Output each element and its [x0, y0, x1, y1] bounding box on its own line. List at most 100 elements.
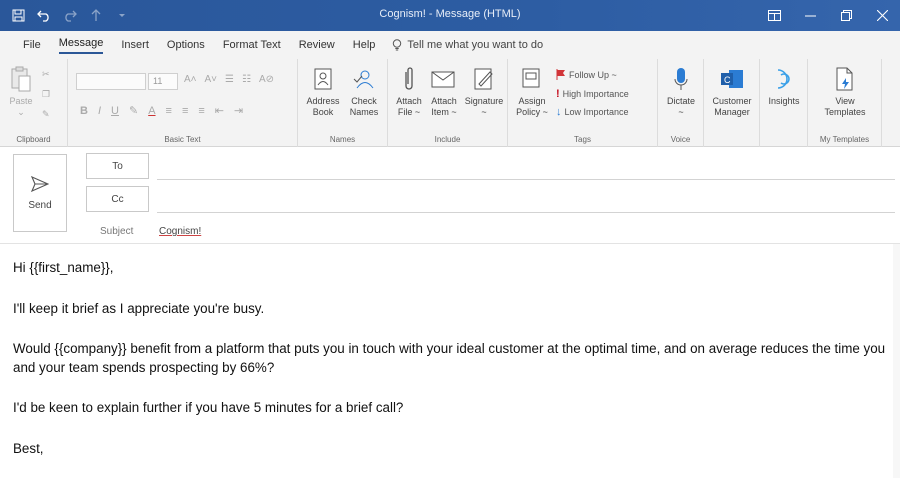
tab-message[interactable]: Message — [50, 31, 113, 59]
exclamation-icon: ! — [556, 88, 560, 100]
high-importance-button[interactable]: ! High Importance — [556, 88, 629, 100]
group-names: Address Book Check Names Names — [298, 59, 388, 147]
customer-manager-icon: C — [719, 64, 745, 94]
message-body[interactable]: Hi {{first_name}}, I'll keep it brief as… — [13, 258, 893, 458]
group-basic-text: 11 A˄ A˅ ☰ ☷ A⊘ B I U ✎ A ≡ ≡ ≡ ⇤ ⇥ Basi… — [68, 59, 298, 147]
font-name-box[interactable] — [76, 73, 146, 90]
tab-file[interactable]: File — [14, 31, 50, 59]
group-label-include: Include — [434, 135, 461, 144]
address-book-icon — [313, 64, 333, 94]
body-paragraph-3: I'd be keen to explain further if you ha… — [13, 400, 404, 415]
follow-up-button[interactable]: Follow Up ~ — [556, 69, 617, 80]
tell-me-search[interactable]: Tell me what you want to do — [392, 39, 543, 51]
group-customer-manager: C Customer Manager — [704, 59, 760, 147]
subject-input[interactable]: Cognism! — [159, 226, 201, 237]
group-my-templates: View Templates My Templates — [808, 59, 882, 147]
attach-item-button[interactable]: Attach Item ~ — [426, 64, 462, 118]
tab-review[interactable]: Review — [290, 31, 344, 59]
grow-font-icon[interactable]: A˄ — [184, 74, 197, 85]
dictate-button[interactable]: Dictate ~ — [662, 64, 700, 118]
ribbon: Paste ⌄ ✂ ❐ ✎ Clipboard 11 A˄ A˅ ☰ ☷ A⊘ … — [0, 59, 900, 147]
body-greeting: Hi {{first_name}}, — [13, 260, 114, 275]
paperclip-icon — [402, 64, 416, 94]
font-color-icon[interactable]: A — [148, 105, 155, 117]
lightbulb-icon — [393, 39, 402, 51]
ribbon-display-icon[interactable] — [756, 0, 792, 31]
cc-button[interactable]: Cc — [86, 186, 149, 212]
envelope-icon — [431, 64, 457, 94]
italic-icon[interactable]: I — [98, 105, 101, 117]
shrink-font-icon[interactable]: A˅ — [205, 74, 218, 85]
copy-icon[interactable]: ❐ — [42, 89, 50, 100]
group-clipboard: Paste ⌄ ✂ ❐ ✎ Clipboard — [0, 59, 68, 147]
bullets-icon[interactable]: ☰ — [225, 74, 234, 85]
cc-field[interactable] — [157, 212, 895, 213]
align-center-icon[interactable]: ≡ — [182, 105, 188, 117]
send-icon — [31, 175, 49, 192]
signature-icon — [473, 64, 495, 94]
group-label-tags: Tags — [574, 135, 591, 144]
align-left-icon[interactable]: ≡ — [166, 105, 172, 117]
minimize-icon[interactable] — [792, 0, 828, 31]
align-right-icon[interactable]: ≡ — [198, 105, 204, 117]
group-voice: Dictate ~ Voice — [658, 59, 704, 147]
paste-icon — [10, 64, 32, 94]
body-signoff: Best, — [13, 441, 44, 456]
microphone-icon — [673, 64, 689, 94]
bold-icon[interactable]: B — [80, 105, 88, 117]
group-label-names: Names — [329, 135, 356, 144]
address-book-button[interactable]: Address Book — [304, 64, 342, 118]
down-arrow-icon: ↓ — [556, 106, 562, 118]
tab-format-text[interactable]: Format Text — [214, 31, 290, 59]
decrease-indent-icon[interactable]: ⇤ — [215, 104, 224, 117]
cut-icon[interactable]: ✂ — [42, 69, 50, 80]
window-controls — [756, 0, 900, 31]
body-paragraph-1: I'll keep it brief as I appreciate you'r… — [13, 301, 265, 316]
group-label-basic-text: Basic Text — [164, 135, 201, 144]
paste-button[interactable]: Paste ⌄ — [6, 64, 36, 118]
tab-help[interactable]: Help — [344, 31, 385, 59]
low-importance-button[interactable]: ↓ Low Importance — [556, 106, 629, 118]
customer-manager-button[interactable]: C Customer Manager — [708, 64, 756, 118]
ribbon-tabs: File Message Insert Options Format Text … — [0, 31, 900, 59]
highlight-icon[interactable]: ✎ — [129, 104, 138, 117]
group-label-my-templates: My Templates — [819, 135, 870, 144]
group-insights: Insights — [760, 59, 808, 147]
group-include: Attach File ~ Attach Item ~ Signature ~ … — [388, 59, 508, 147]
body-paragraph-2: Would {{company}} benefit from a platfor… — [13, 341, 886, 375]
insights-icon — [772, 64, 796, 94]
restore-icon[interactable] — [828, 0, 864, 31]
group-label-voice: Voice — [670, 135, 691, 144]
to-field[interactable] — [157, 179, 895, 180]
group-tags: Assign Policy ~ Follow Up ~ ! High Impor… — [508, 59, 658, 147]
numbering-icon[interactable]: ☷ — [242, 74, 251, 85]
to-button[interactable]: To — [86, 153, 149, 179]
close-icon[interactable] — [864, 0, 900, 31]
templates-icon — [834, 64, 856, 94]
check-names-button[interactable]: Check Names — [344, 64, 384, 118]
title-bar: Cognism! - Message (HTML) — [0, 0, 900, 31]
increase-indent-icon[interactable]: ⇥ — [234, 104, 243, 117]
svg-text:C: C — [724, 75, 731, 85]
flag-icon — [556, 69, 565, 80]
tab-insert[interactable]: Insert — [112, 31, 158, 59]
insights-button[interactable]: Insights — [764, 64, 804, 107]
assign-policy-button[interactable]: Assign Policy ~ — [514, 64, 550, 118]
header-divider — [0, 243, 900, 244]
view-templates-button[interactable]: View Templates — [818, 64, 872, 118]
tell-me-text: Tell me what you want to do — [407, 39, 544, 51]
compose-header: Send To Cc Subject Cognism! — [0, 147, 900, 243]
send-button[interactable]: Send — [13, 154, 67, 232]
check-names-icon — [352, 64, 376, 94]
attach-file-button[interactable]: Attach File ~ — [392, 64, 426, 118]
underline-icon[interactable]: U — [111, 105, 119, 117]
clear-formatting-icon[interactable]: A⊘ — [259, 74, 274, 85]
policy-icon — [521, 64, 543, 94]
signature-button[interactable]: Signature ~ — [462, 64, 506, 118]
format-painter-icon[interactable]: ✎ — [42, 109, 50, 120]
vertical-scrollbar[interactable] — [893, 244, 900, 478]
tab-options[interactable]: Options — [158, 31, 214, 59]
subject-label: Subject — [100, 226, 134, 237]
font-size-box[interactable]: 11 — [148, 73, 178, 90]
group-label-clipboard: Clipboard — [16, 135, 51, 144]
